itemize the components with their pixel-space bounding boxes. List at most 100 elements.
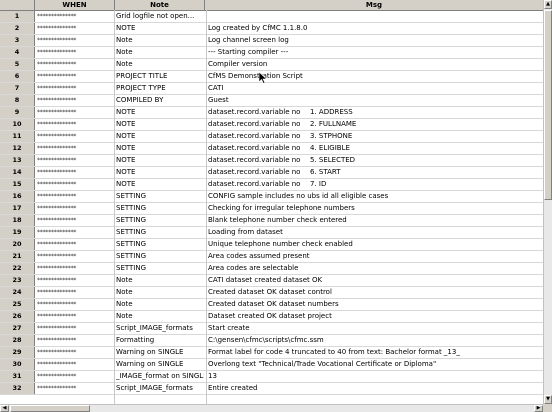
row-note: NOTE xyxy=(116,120,136,128)
row-number: 9 xyxy=(0,107,35,118)
row-note: NOTE xyxy=(116,144,136,152)
table-row[interactable]: 18 ************** SETTING Blank telephone n… xyxy=(0,215,543,227)
row-number: 19 xyxy=(0,227,35,238)
row-number: 16 xyxy=(0,191,35,202)
table-row[interactable]: 8 ************** COMPILED BY Guest xyxy=(0,95,543,107)
row-number: 26 xyxy=(0,311,35,322)
row-msg: Format label for code 4 truncated to 40 … xyxy=(208,348,460,356)
table-row[interactable]: 27 ************** Script_IMAGE_formats Star… xyxy=(0,323,543,335)
row-note: Note xyxy=(116,60,133,68)
row-when: ************** xyxy=(37,205,77,212)
row-number: 13 xyxy=(0,155,35,166)
scroll-right-icon[interactable]: ▶ xyxy=(534,405,543,412)
table-row[interactable]: 4 ************** Note --- Starting compiler… xyxy=(0,47,543,59)
row-msg-extra: 5. SELECTED xyxy=(310,156,356,164)
header-rownum[interactable] xyxy=(0,0,35,10)
row-when: ************** xyxy=(37,361,77,368)
row-note: PROJECT TITLE xyxy=(116,72,168,80)
row-number: 1 xyxy=(0,11,35,22)
row-when: ************** xyxy=(37,157,77,164)
row-msg: --- Starting compiler --- xyxy=(208,48,289,56)
row-note: Script_IMAGE_formats xyxy=(116,324,193,332)
table-row[interactable]: 26 ************** Note Dataset created OK d… xyxy=(0,311,543,323)
row-note: Note xyxy=(116,276,133,284)
row-when: ************** xyxy=(37,37,77,44)
row-note: Note xyxy=(116,48,133,56)
table-row[interactable]: 21 ************** SETTING Area codes assume… xyxy=(0,251,543,263)
mouse-cursor-icon xyxy=(259,72,267,84)
table-row[interactable]: 3 ************** Note Log channel screen lo… xyxy=(0,35,543,47)
table-row[interactable]: 17 ************** SETTING Checking for irre… xyxy=(0,203,543,215)
row-when: ************** xyxy=(37,73,77,80)
table-row[interactable]: 1 ************** Grid logfile not open... xyxy=(0,11,543,23)
table-row[interactable]: 29 ************** Warning on SINGLE Format … xyxy=(0,347,543,359)
row-msg-extra: 4. ELIGIBLE xyxy=(310,144,350,152)
row-number: 20 xyxy=(0,239,35,250)
row-msg: Guest xyxy=(208,96,229,104)
table-row[interactable]: 16 ************** SETTING CONFIG sample inc… xyxy=(0,191,543,203)
row-number: 31 xyxy=(0,371,35,382)
row-note: Note xyxy=(116,288,133,296)
row-note: SETTING xyxy=(116,216,147,224)
horizontal-scrollbar[interactable]: ◀ ▶ xyxy=(0,404,543,412)
table-row[interactable]: 24 ************** Note Created dataset OK d… xyxy=(0,287,543,299)
table-row[interactable]: 10 ************** NOTE dataset.record.varia… xyxy=(0,119,543,131)
table-row[interactable]: 23 ************** Note CATI dataset created… xyxy=(0,275,543,287)
header-when[interactable]: WHEN xyxy=(35,0,115,10)
table-row[interactable]: 7 ************** PROJECT TYPE CATI xyxy=(0,83,543,95)
table-row[interactable]: 2 ************** NOTE Log created by CfMC 1… xyxy=(0,23,543,35)
row-note: SETTING xyxy=(116,192,147,200)
row-msg-extra: 3. STPHONE xyxy=(310,132,353,140)
row-note: NOTE xyxy=(116,132,136,140)
row-when: ************** xyxy=(37,49,77,56)
table-row[interactable]: 20 ************** SETTING Unique telephone … xyxy=(0,239,543,251)
row-when: ************** xyxy=(37,169,77,176)
table-row[interactable]: 15 ************** NOTE dataset.record.varia… xyxy=(0,179,543,191)
vertical-scrollbar[interactable]: ▲ ▼ xyxy=(543,0,552,404)
row-when: ************** xyxy=(37,241,77,248)
vertical-scroll-thumb[interactable] xyxy=(544,10,552,200)
row-note: Warning on SINGLE xyxy=(116,360,184,368)
row-number: 18 xyxy=(0,215,35,226)
row-when: ************** xyxy=(37,181,77,188)
row-note: NOTE xyxy=(116,108,136,116)
table-row[interactable]: 28 ************** Formatting C:\gensen\cfmc… xyxy=(0,335,543,347)
table-row[interactable]: 32 ************** Script_IMAGE_formats Enti… xyxy=(0,383,543,395)
row-when: ************** xyxy=(37,25,77,32)
table-row[interactable]: 6 ************** PROJECT TITLE CfMS Demonst… xyxy=(0,71,543,83)
table-row[interactable]: 5 ************** Note Compiler version xyxy=(0,59,543,71)
table-row[interactable]: 31 ************** _IMAGE_format on SINGLE 1… xyxy=(0,371,543,383)
scroll-left-icon[interactable]: ◀ xyxy=(0,405,9,412)
header-note[interactable]: Note xyxy=(115,0,205,10)
table-row[interactable]: 9 ************** NOTE dataset.record.variab… xyxy=(0,107,543,119)
row-msg-extra: 2. FULLNAME xyxy=(310,120,357,128)
row-number: 6 xyxy=(0,71,35,82)
table-row[interactable]: 19 ************** SETTING Loading from data… xyxy=(0,227,543,239)
table-row[interactable]: 30 ************** Warning on SINGLE Overlon… xyxy=(0,359,543,371)
header-msg[interactable]: Msg xyxy=(205,0,543,10)
row-when: ************** xyxy=(37,373,77,380)
row-note: SETTING xyxy=(116,264,147,272)
row-when: ************** xyxy=(37,301,77,308)
scroll-up-icon[interactable]: ▲ xyxy=(544,0,552,9)
row-number: 29 xyxy=(0,347,35,358)
table-row[interactable]: 13 ************** NOTE dataset.record.varia… xyxy=(0,155,543,167)
row-msg: Area codes are selectable xyxy=(208,264,299,272)
row-number: 22 xyxy=(0,263,35,274)
row-when: ************** xyxy=(37,133,77,140)
row-msg: C:\gensen\cfmc\scripts\cfmc.ssm xyxy=(208,336,324,344)
row-number: 15 xyxy=(0,179,35,190)
table-row[interactable]: 12 ************** NOTE dataset.record.varia… xyxy=(0,143,543,155)
table-row[interactable]: 11 ************** NOTE dataset.record.varia… xyxy=(0,131,543,143)
row-number: 4 xyxy=(0,47,35,58)
row-msg: Overlong text "Technical/Trade Vocationa… xyxy=(208,360,437,368)
horizontal-scroll-thumb[interactable] xyxy=(10,405,90,412)
row-msg: Unique telephone number check enabled xyxy=(208,240,353,248)
log-grid[interactable]: WHEN Note Msg 1 ************** Grid logfil… xyxy=(0,0,543,404)
scroll-down-icon[interactable]: ▼ xyxy=(544,395,552,404)
row-when: ************** xyxy=(37,325,77,332)
table-row[interactable]: 25 ************** Note Created dataset OK d… xyxy=(0,299,543,311)
table-row[interactable]: 22 ************** SETTING Area codes are se… xyxy=(0,263,543,275)
row-msg-extra: 7. ID xyxy=(310,180,327,188)
table-row[interactable]: 14 ************** NOTE dataset.record.varia… xyxy=(0,167,543,179)
